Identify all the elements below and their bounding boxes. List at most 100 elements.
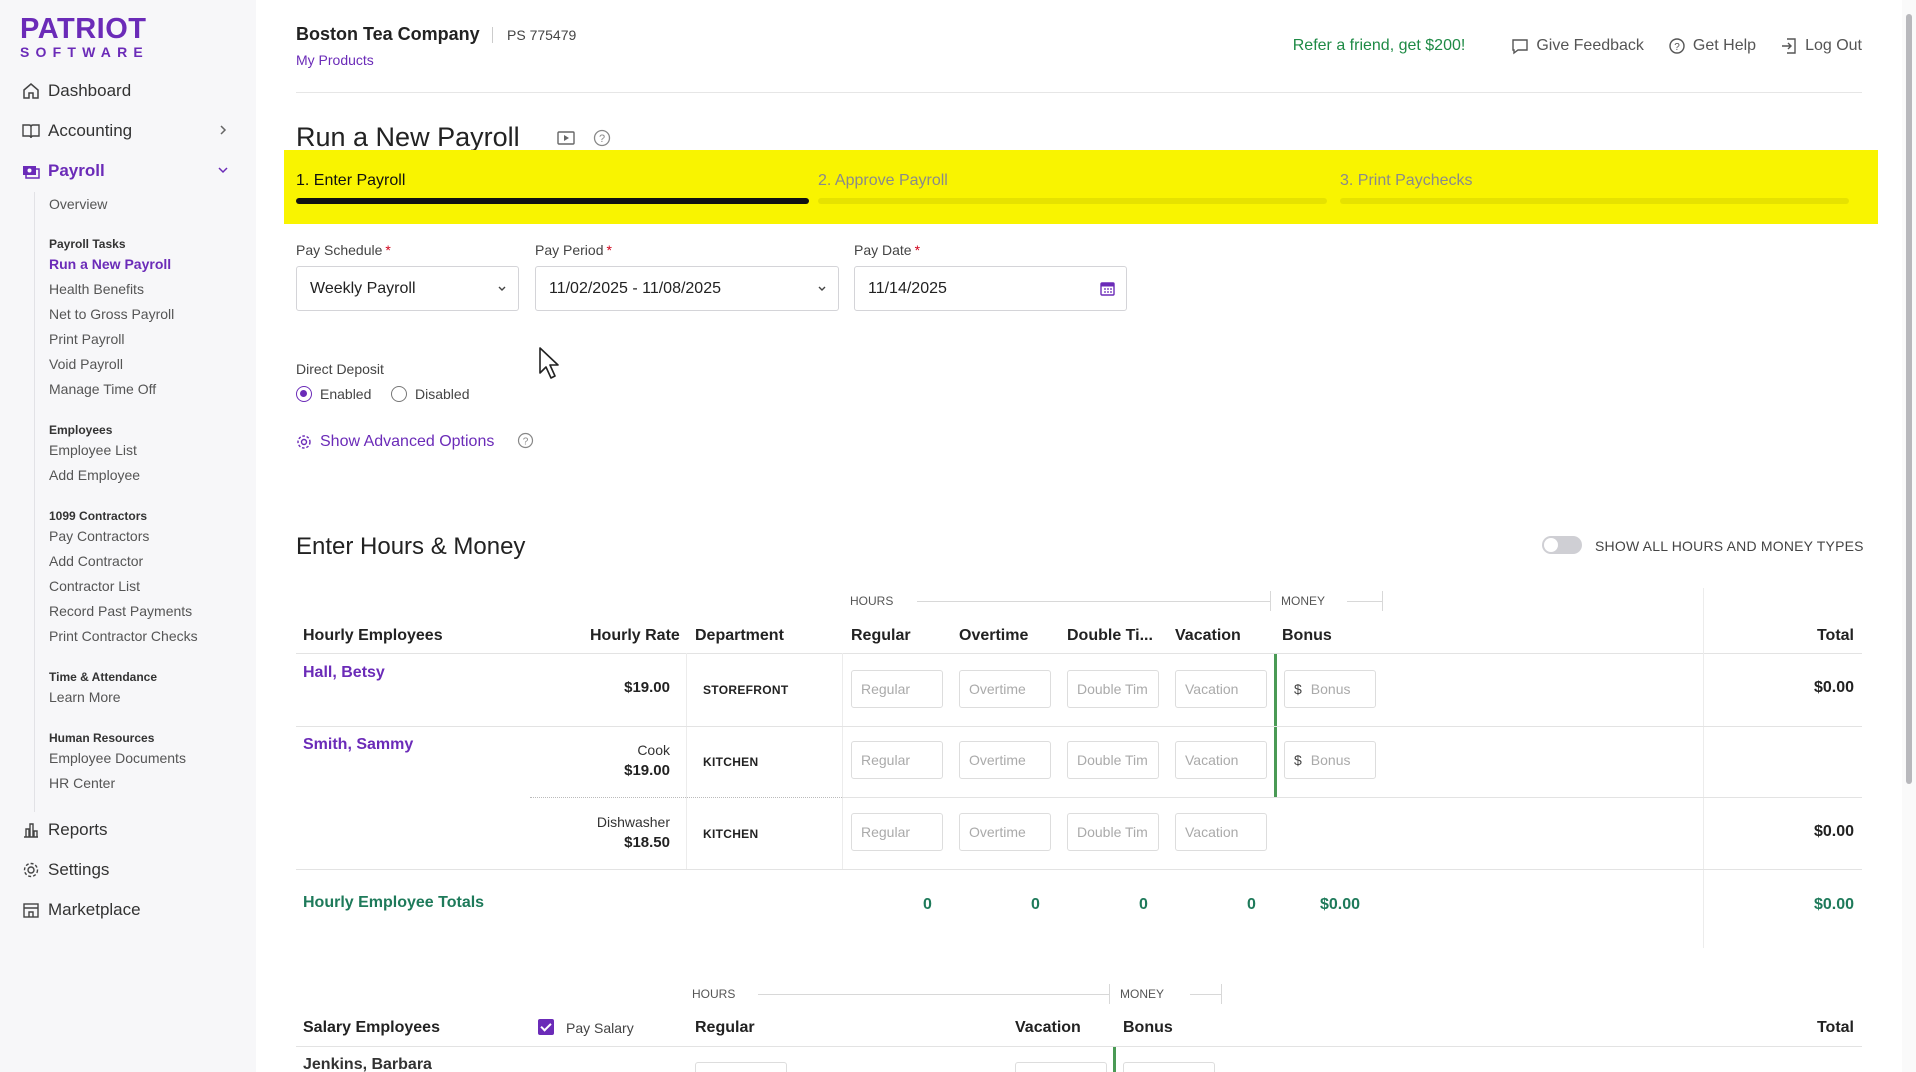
sidebar-item-add-contractor[interactable]: Add Contractor bbox=[49, 552, 143, 570]
sidebar-item-employee-list[interactable]: Employee List bbox=[49, 441, 137, 459]
vacation-hours-input[interactable]: Vacation bbox=[1175, 741, 1267, 779]
disabled-label: Disabled bbox=[415, 386, 470, 402]
direct-deposit-disabled-radio[interactable]: Disabled bbox=[391, 386, 469, 402]
show-all-types-toggle[interactable] bbox=[1542, 536, 1582, 554]
regular-hours-input[interactable]: Regular bbox=[851, 813, 943, 851]
employees-header: Employees bbox=[49, 423, 113, 437]
comment-icon bbox=[1512, 39, 1529, 55]
total-double-time: 0 bbox=[1139, 896, 1148, 913]
group-tick bbox=[1109, 984, 1110, 1004]
chevron-down-icon bbox=[818, 286, 826, 291]
step-progress-bar bbox=[296, 198, 809, 204]
regular-hours-input[interactable]: Regular bbox=[851, 741, 943, 779]
radio-circle bbox=[296, 386, 312, 402]
rate-value: $19.00 bbox=[624, 762, 670, 779]
salary-hours-group-label: HOURS bbox=[692, 987, 736, 1001]
sidebar-item-manage-time-off[interactable]: Manage Time Off bbox=[49, 380, 156, 398]
nav-reports[interactable]: Reports bbox=[22, 816, 232, 844]
sidebar-item-learn-more[interactable]: Learn More bbox=[49, 688, 121, 706]
col-double-time: Double Ti... bbox=[1067, 627, 1153, 644]
sidebar-item-print-contractor-checks[interactable]: Print Contractor Checks bbox=[49, 627, 198, 645]
employee-name-link[interactable]: Smith, Sammy bbox=[303, 736, 413, 754]
step-enter-payroll[interactable]: 1. Enter Payroll bbox=[296, 172, 809, 204]
help-icon[interactable]: ? bbox=[592, 128, 612, 148]
sidebar-item-net-to-gross[interactable]: Net to Gross Payroll bbox=[49, 305, 174, 323]
vacation-hours-input[interactable]: Vacation bbox=[1175, 670, 1267, 708]
sidebar-item-pay-contractors[interactable]: Pay Contractors bbox=[49, 527, 149, 545]
overtime-hours-input[interactable]: Overtime bbox=[959, 813, 1051, 851]
sidebar-item-record-past-payments[interactable]: Record Past Payments bbox=[49, 602, 192, 620]
double-time-input[interactable]: Double Tim bbox=[1067, 670, 1159, 708]
regular-hours-input[interactable]: Regular bbox=[851, 670, 943, 708]
employee-name-link[interactable]: Hall, Betsy bbox=[303, 664, 385, 682]
sidebar-item-print-payroll[interactable]: Print Payroll bbox=[49, 330, 124, 348]
bonus-placeholder: Bonus bbox=[1310, 681, 1351, 697]
overtime-hours-input[interactable]: Overtime bbox=[959, 741, 1051, 779]
nav-dashboard[interactable]: Dashboard bbox=[22, 77, 232, 105]
pay-schedule-value: Weekly Payroll bbox=[310, 279, 416, 297]
vacation-hours-input[interactable]: Vacation bbox=[1175, 813, 1267, 851]
chevron-down-icon bbox=[498, 286, 506, 291]
sidebar-item-hr-center[interactable]: HR Center bbox=[49, 774, 115, 792]
money-group-line bbox=[1347, 601, 1382, 602]
svg-text:?: ? bbox=[523, 437, 529, 448]
pay-salary-checkbox[interactable] bbox=[538, 1019, 554, 1035]
refer-friend-link[interactable]: Refer a friend, get $200! bbox=[1293, 37, 1466, 55]
nav-payroll[interactable]: Payroll bbox=[22, 157, 232, 185]
pay-schedule-select[interactable]: Weekly Payroll bbox=[296, 266, 519, 311]
salary-vacation-input[interactable] bbox=[1015, 1062, 1107, 1072]
hourly-totals-label: Hourly Employee Totals bbox=[303, 894, 485, 911]
overtime-hours-input[interactable]: Overtime bbox=[959, 670, 1051, 708]
row-divider bbox=[842, 797, 1862, 798]
mouse-cursor-icon bbox=[539, 347, 559, 379]
svg-text:?: ? bbox=[599, 133, 605, 145]
sidebar-item-employee-documents[interactable]: Employee Documents bbox=[49, 749, 186, 767]
video-icon[interactable] bbox=[556, 128, 576, 148]
hourly-rate: $19.00 bbox=[624, 677, 670, 698]
payroll-steps: 1. Enter Payroll 2. Approve Payroll 3. P… bbox=[284, 150, 1878, 224]
step-print-paychecks[interactable]: 3. Print Paychecks bbox=[1340, 172, 1849, 204]
sidebar-item-contractor-list[interactable]: Contractor List bbox=[49, 577, 140, 595]
group-tick bbox=[1382, 591, 1383, 611]
salary-regular-input[interactable] bbox=[695, 1062, 787, 1072]
chart-icon bbox=[24, 823, 38, 838]
sidebar-item-add-employee[interactable]: Add Employee bbox=[49, 466, 140, 484]
page-title: Run a New Payroll bbox=[296, 122, 520, 152]
vertical-scrollbar[interactable] bbox=[1902, 0, 1916, 1072]
pay-date-input[interactable]: 11/14/2025 bbox=[854, 266, 1127, 311]
sidebar-item-overview[interactable]: Overview bbox=[49, 195, 107, 213]
direct-deposit-label: Direct Deposit bbox=[296, 361, 384, 377]
sidebar-item-void-payroll[interactable]: Void Payroll bbox=[49, 355, 123, 373]
direct-deposit-enabled-radio[interactable]: Enabled bbox=[296, 386, 371, 402]
patriot-logo[interactable]: PATRIOT SOFTWARE bbox=[20, 14, 149, 60]
get-help-link[interactable]: ? Get Help bbox=[1668, 37, 1756, 55]
employee-name-link[interactable]: Jenkins, Barbara bbox=[303, 1056, 432, 1072]
salary-bonus-input[interactable] bbox=[1123, 1062, 1215, 1072]
show-advanced-options-link[interactable]: Show Advanced Options bbox=[296, 433, 494, 451]
sidebar-item-health-benefits[interactable]: Health Benefits bbox=[49, 280, 144, 298]
my-products-link[interactable]: My Products bbox=[296, 52, 374, 68]
log-out-link[interactable]: Log Out bbox=[1780, 37, 1862, 55]
calendar-icon[interactable] bbox=[1099, 280, 1116, 297]
column-divider bbox=[686, 653, 687, 869]
required-mark: * bbox=[914, 242, 921, 258]
hourly-rate: Dishwasher $18.50 bbox=[597, 812, 670, 853]
step-approve-payroll[interactable]: 2. Approve Payroll bbox=[818, 172, 1327, 204]
help-icon[interactable]: ? bbox=[517, 432, 534, 449]
nav-settings[interactable]: Settings bbox=[22, 856, 232, 884]
contractors-header: 1099 Contractors bbox=[49, 509, 148, 523]
bonus-input[interactable]: $ Bonus bbox=[1284, 741, 1376, 779]
scrollbar-thumb[interactable] bbox=[1906, 14, 1912, 784]
step-label: 1. Enter Payroll bbox=[296, 172, 406, 189]
bonus-input[interactable]: $ Bonus bbox=[1284, 670, 1376, 708]
col-hourly-rate: Hourly Rate bbox=[590, 627, 680, 644]
double-time-input[interactable]: Double Tim bbox=[1067, 813, 1159, 851]
pay-period-select[interactable]: 11/02/2025 - 11/08/2025 bbox=[535, 266, 839, 311]
nav-marketplace-label: Marketplace bbox=[48, 900, 141, 919]
nav-accounting[interactable]: Accounting bbox=[22, 117, 232, 145]
double-time-input[interactable]: Double Tim bbox=[1067, 741, 1159, 779]
sidebar-item-run-new-payroll[interactable]: Run a New Payroll bbox=[49, 255, 171, 273]
give-feedback-link[interactable]: Give Feedback bbox=[1511, 37, 1644, 55]
nav-marketplace[interactable]: Marketplace bbox=[22, 896, 232, 924]
step-progress-bar bbox=[818, 198, 1327, 204]
